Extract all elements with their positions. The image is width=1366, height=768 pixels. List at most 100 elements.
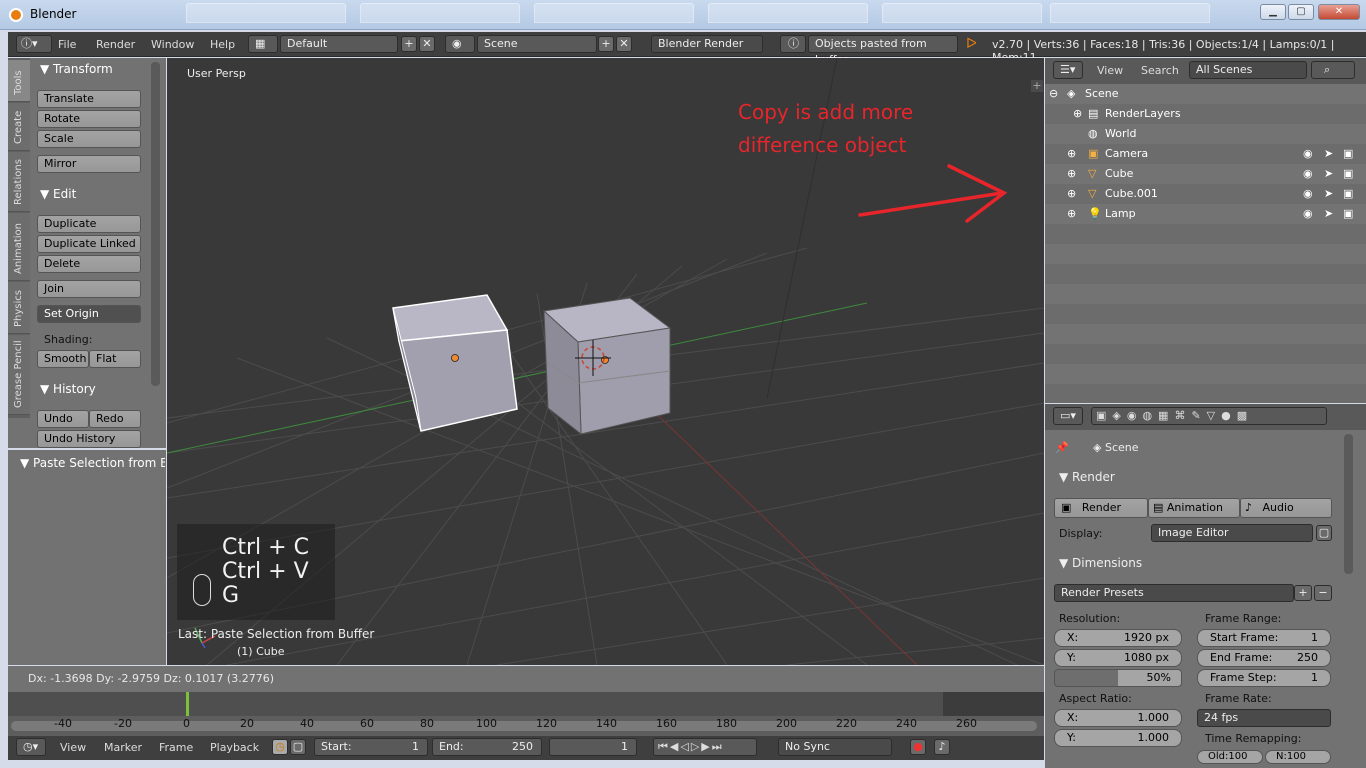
tab-grease-pencil[interactable]: Grease Pencil: [8, 335, 30, 415]
remove-scene-button[interactable]: ✕: [616, 36, 632, 52]
render-button[interactable]: ▣ Render: [1054, 498, 1148, 518]
timeline-ruler[interactable]: -40 -20 0 20 40 60 80 100 120 140 160 18…: [8, 716, 1044, 736]
scene-icon[interactable]: ◉: [445, 35, 475, 53]
outliner-row-scene[interactable]: ⊖ ◈ Scene: [1045, 84, 1366, 104]
resolution-x-field[interactable]: X: 1920 px: [1054, 629, 1182, 647]
dimensions-panel-header[interactable]: ▼ Dimensions: [1059, 556, 1142, 570]
duplicate-button[interactable]: Duplicate: [37, 215, 141, 233]
history-panel-header[interactable]: ▼ History: [40, 382, 96, 396]
rotate-button[interactable]: Rotate: [37, 110, 141, 128]
menu-view[interactable]: View: [60, 741, 86, 754]
undo-history-button[interactable]: Undo History: [37, 430, 141, 448]
expand-icon[interactable]: ⊕: [1067, 187, 1076, 200]
render-camera-icon[interactable]: ▣: [1343, 147, 1353, 160]
redo-button[interactable]: Redo: [89, 410, 141, 428]
render-camera-icon[interactable]: ▣: [1343, 167, 1353, 180]
editor-type-clock-icon[interactable]: ◷▾: [16, 738, 46, 756]
lock-icon[interactable]: ▢: [1316, 525, 1332, 541]
resolution-y-field[interactable]: Y: 1080 px: [1054, 649, 1182, 667]
outliner-row-camera[interactable]: ⊕ ▣ Camera ◉ ➤ ▣: [1045, 144, 1366, 164]
render-panel-header[interactable]: ▼ Render: [1059, 470, 1115, 484]
3d-viewport[interactable]: User Persp + Copy is add more difference…: [167, 58, 1044, 665]
outliner-row-renderlayers[interactable]: ⊕ ▤ RenderLayers: [1045, 104, 1366, 124]
render-presets-select[interactable]: Render Presets: [1054, 584, 1294, 602]
tab-relations[interactable]: Relations: [8, 152, 30, 212]
start-frame-field[interactable]: Start Frame: 1: [1197, 629, 1331, 647]
frame-rate-select[interactable]: 24 fps: [1197, 709, 1331, 727]
remove-layout-button[interactable]: ✕: [419, 36, 435, 52]
properties-scrollbar[interactable]: [1344, 434, 1353, 574]
visibility-eye-icon[interactable]: ◉: [1303, 207, 1313, 220]
smooth-button[interactable]: Smooth: [37, 350, 89, 368]
resolution-percent-slider[interactable]: 50%: [1054, 669, 1182, 687]
select-cursor-icon[interactable]: ➤: [1324, 187, 1333, 200]
search-icon[interactable]: ⌕: [1311, 61, 1355, 79]
visibility-eye-icon[interactable]: ◉: [1303, 187, 1313, 200]
select-cursor-icon[interactable]: ➤: [1324, 207, 1333, 220]
tab-create[interactable]: Create: [8, 103, 30, 151]
sync-select[interactable]: No Sync: [778, 738, 892, 756]
remove-preset-button[interactable]: −: [1314, 585, 1332, 601]
undo-button[interactable]: Undo: [37, 410, 89, 428]
playback-controls[interactable]: ⏮◀◁▷▶⏭: [653, 738, 757, 756]
end-frame-field[interactable]: End Frame: 250: [1197, 649, 1331, 667]
tab-physics[interactable]: Physics: [8, 282, 30, 334]
time-new-field[interactable]: N:100: [1265, 750, 1331, 764]
edit-panel-header[interactable]: ▼ Edit: [40, 187, 76, 201]
current-frame-field[interactable]: 1: [549, 738, 637, 756]
outliner-row-cube[interactable]: ⊕ ▽ Cube ◉ ➤ ▣: [1045, 164, 1366, 184]
menu-marker[interactable]: Marker: [104, 741, 142, 754]
editor-type-outliner-icon[interactable]: ☰▾: [1053, 61, 1083, 79]
transform-panel-header[interactable]: ▼ Transform: [40, 62, 113, 76]
delete-button[interactable]: Delete: [37, 255, 141, 273]
scene-field[interactable]: Scene: [477, 35, 597, 53]
select-cursor-icon[interactable]: ➤: [1324, 147, 1333, 160]
expand-icon[interactable]: ⊕: [1073, 107, 1082, 120]
display-select[interactable]: Image Editor: [1151, 524, 1313, 542]
render-camera-icon[interactable]: ▣: [1343, 187, 1353, 200]
translate-button[interactable]: Translate: [37, 90, 141, 108]
menu-help[interactable]: Help: [210, 38, 235, 51]
cube-001-object[interactable]: [542, 297, 672, 436]
timeline[interactable]: -40 -20 0 20 40 60 80 100 120 140 160 18…: [8, 692, 1044, 736]
select-cursor-icon[interactable]: ➤: [1324, 167, 1333, 180]
frame-step-field[interactable]: Frame Step: 1: [1197, 669, 1331, 687]
visibility-eye-icon[interactable]: ◉: [1303, 147, 1313, 160]
menu-render[interactable]: Render: [96, 38, 135, 51]
close-button[interactable]: ✕: [1318, 4, 1360, 20]
render-engine-select[interactable]: Blender Render: [651, 35, 763, 53]
add-scene-button[interactable]: +: [598, 36, 614, 52]
preview-range-clock-icon[interactable]: ◷: [272, 739, 288, 755]
outliner-row-cube-001[interactable]: ⊕ ▽ Cube.001 ◉ ➤ ▣: [1045, 184, 1366, 204]
add-layout-button[interactable]: +: [401, 36, 417, 52]
set-origin-select[interactable]: Set Origin: [37, 305, 141, 323]
maximize-button[interactable]: ▢: [1288, 4, 1314, 20]
cube-object[interactable]: [392, 294, 518, 432]
start-frame-field[interactable]: Start: 1: [314, 738, 428, 756]
keying-set-icon[interactable]: ♪: [934, 739, 950, 755]
minimize-button[interactable]: ▁: [1260, 4, 1286, 20]
expand-icon[interactable]: ⊕: [1067, 207, 1076, 220]
current-frame-marker[interactable]: [186, 692, 189, 716]
expand-icon[interactable]: ⊕: [1067, 167, 1076, 180]
layout-grid-icon[interactable]: ▦: [248, 35, 278, 53]
menu-playback[interactable]: Playback: [210, 741, 259, 754]
pin-icon[interactable]: 📌: [1055, 441, 1069, 454]
timeline-scrollbar[interactable]: [11, 721, 1037, 731]
menu-frame[interactable]: Frame: [159, 741, 193, 754]
time-old-field[interactable]: Old:100: [1197, 750, 1263, 764]
tab-animation[interactable]: Animation: [8, 213, 30, 281]
lock-icon[interactable]: ▢: [290, 739, 306, 755]
render-camera-icon[interactable]: ▣: [1343, 207, 1353, 220]
editor-type-info-icon[interactable]: ⓘ▾: [16, 35, 52, 53]
join-button[interactable]: Join: [37, 280, 141, 298]
menu-file[interactable]: File: [58, 38, 76, 51]
editor-type-properties-icon[interactable]: ▭▾: [1053, 407, 1083, 425]
menu-window[interactable]: Window: [151, 38, 194, 51]
audio-button[interactable]: ♪ Audio: [1240, 498, 1332, 518]
menu-view[interactable]: View: [1097, 64, 1123, 77]
outliner-row-lamp[interactable]: ⊕ 💡 Lamp ◉ ➤ ▣: [1045, 204, 1366, 224]
tool-shelf-scrollbar[interactable]: [151, 62, 160, 386]
properties-context-tabs[interactable]: ▣◈◉◍▦⌘✎▽●▩: [1091, 407, 1327, 425]
record-icon[interactable]: ●: [910, 739, 926, 755]
